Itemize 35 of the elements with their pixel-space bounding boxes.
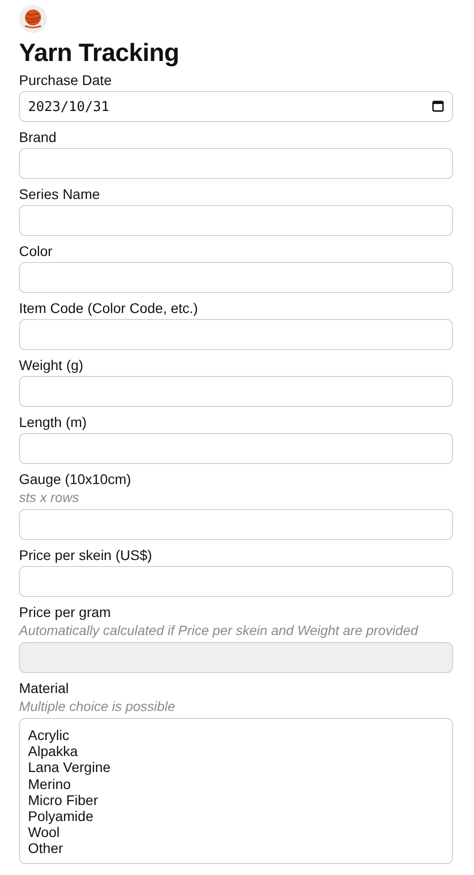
field-label: Gauge (10x10cm) <box>19 471 132 487</box>
yarn-ball-logo <box>19 5 47 33</box>
date-field[interactable]: 2023/10/31 <box>19 91 453 122</box>
list-option[interactable]: Lana Vergine <box>28 759 111 776</box>
field-label: Item Code (Color Code, etc.) <box>19 300 198 316</box>
text-field[interactable] <box>19 262 453 293</box>
text-field[interactable] <box>19 148 453 179</box>
text-field[interactable] <box>19 433 453 464</box>
field-label: Price per skein (US$) <box>19 547 152 563</box>
text-field[interactable] <box>19 566 453 597</box>
list-option[interactable]: Wool <box>28 824 60 840</box>
page-title: Yarn Tracking <box>19 38 180 68</box>
field-hint: Multiple choice is possible <box>19 699 176 715</box>
field-hint: sts x rows <box>19 490 80 506</box>
field-label: Length (m) <box>19 414 87 430</box>
text-field[interactable] <box>19 509 453 540</box>
text-field[interactable] <box>19 376 453 407</box>
field-label: Color <box>19 243 52 259</box>
material-list[interactable]: Acrylic Alpakka Lana Vergine Merino Micro Fiber Polyamide Wool Other <box>19 718 453 864</box>
field-label: Weight (g) <box>19 357 84 373</box>
list-option[interactable]: Alpakka <box>28 743 78 760</box>
field-label: Brand <box>19 129 56 145</box>
text-field[interactable] <box>19 319 453 350</box>
field-hint: Automatically calculated if Price per skein and Weight are provided <box>19 623 418 639</box>
list-option[interactable]: Other <box>28 840 64 857</box>
field-label: Material <box>19 680 69 696</box>
list-option[interactable]: Micro Fiber <box>28 792 98 808</box>
calendar-icon[interactable] <box>432 100 444 112</box>
list-option[interactable]: Acrylic <box>28 727 70 744</box>
list-option[interactable]: Merino <box>28 776 71 792</box>
list-option[interactable]: Polyamide <box>28 808 94 824</box>
field-label: Series Name <box>19 186 100 202</box>
text-field[interactable] <box>19 205 453 236</box>
field-label: Price per gram <box>19 604 111 620</box>
field-label: Purchase Date <box>19 72 112 88</box>
